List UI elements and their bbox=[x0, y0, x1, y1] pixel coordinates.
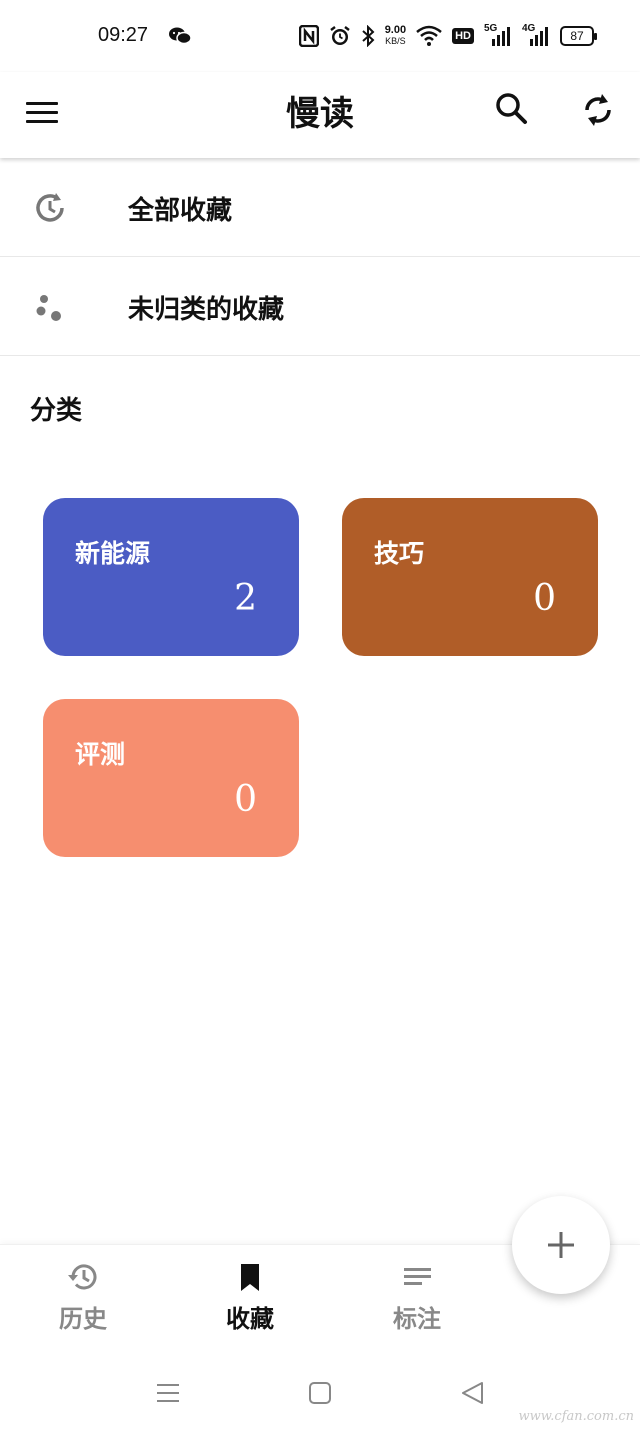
nav-label: 历史 bbox=[59, 1304, 107, 1333]
section-title: 分类 bbox=[30, 396, 83, 426]
system-nav-bar: www.cfan.com.cn bbox=[0, 1354, 640, 1430]
row-all-favorites[interactable]: 全部收藏 bbox=[0, 158, 640, 257]
home-icon[interactable] bbox=[305, 1378, 335, 1408]
sync-icon[interactable] bbox=[576, 88, 620, 132]
category-name: 评测 bbox=[75, 740, 126, 769]
category-name: 技巧 bbox=[374, 539, 425, 568]
dots-cluster-icon bbox=[36, 295, 61, 321]
search-icon[interactable] bbox=[490, 88, 534, 132]
history-clock-icon bbox=[36, 193, 64, 222]
alarm-icon bbox=[329, 26, 350, 45]
nav-tab-favorites[interactable]: 收藏 bbox=[190, 1259, 310, 1349]
nav-label: 收藏 bbox=[226, 1304, 274, 1333]
hd-badge: HD bbox=[452, 28, 474, 44]
net-speed: 9.00 KB/S bbox=[384, 24, 407, 47]
history-icon bbox=[68, 1264, 97, 1290]
category-count: 0 bbox=[533, 578, 556, 619]
status-bar: 09:27 9.00 KB/S HD 5G 4G 87 bbox=[0, 0, 640, 72]
add-button[interactable] bbox=[512, 1196, 610, 1294]
notes-lines-icon bbox=[404, 1268, 431, 1285]
wechat-icon bbox=[169, 27, 192, 45]
nav-tab-history[interactable]: 历史 bbox=[23, 1259, 143, 1349]
bluetooth-icon bbox=[362, 25, 375, 47]
signal-4g-icon: 4G bbox=[522, 23, 550, 47]
row-uncategorized[interactable]: 未归类的收藏 bbox=[0, 257, 640, 356]
nfc-icon bbox=[298, 25, 319, 47]
watermark: www.cfan.com.cn bbox=[518, 1409, 634, 1424]
category-name: 新能源 bbox=[75, 539, 151, 568]
nav-tab-notes[interactable]: 标注 bbox=[357, 1259, 477, 1349]
back-icon[interactable] bbox=[458, 1378, 488, 1408]
wifi-icon bbox=[416, 25, 442, 46]
battery-indicator: 87 bbox=[560, 26, 597, 46]
category-card[interactable]: 评测 0 bbox=[43, 699, 299, 857]
page-title: 慢读 bbox=[286, 94, 354, 134]
app-bar: 慢读 bbox=[0, 72, 640, 158]
status-time: 09:27 bbox=[98, 24, 149, 46]
category-card[interactable]: 技巧 0 bbox=[342, 498, 598, 656]
category-card[interactable]: 新能源 2 bbox=[43, 498, 299, 656]
row-label: 全部收藏 bbox=[128, 196, 233, 226]
category-count: 2 bbox=[234, 578, 257, 619]
nav-label: 标注 bbox=[393, 1304, 441, 1333]
signal-5g-icon: 5G bbox=[484, 23, 512, 47]
category-count: 0 bbox=[234, 779, 257, 820]
bookmark-icon bbox=[241, 1264, 259, 1291]
recents-icon[interactable] bbox=[153, 1378, 183, 1408]
row-label: 未归类的收藏 bbox=[128, 295, 285, 325]
